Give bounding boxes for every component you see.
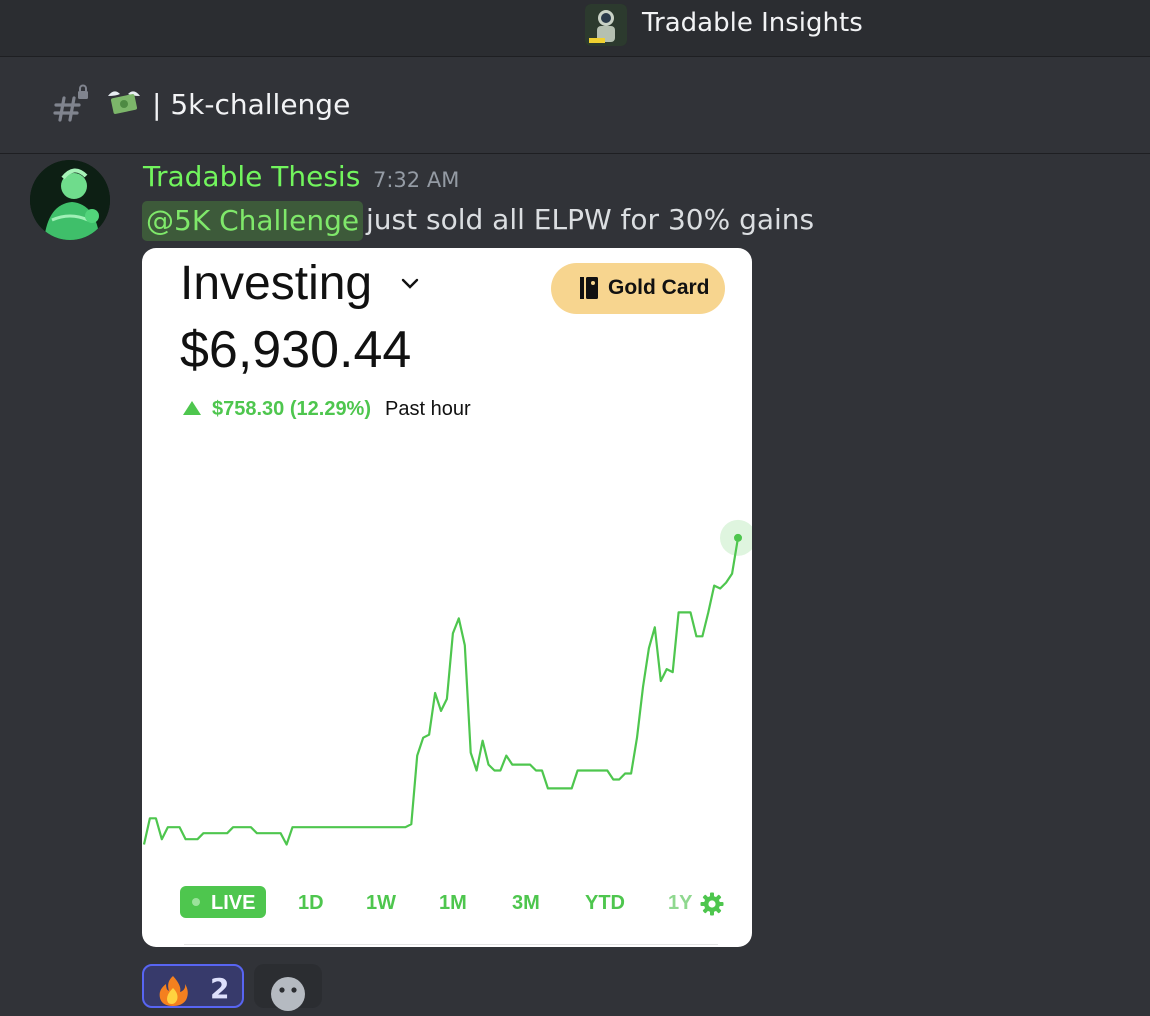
gear-icon [700,892,724,920]
chevron-down-icon [400,276,420,295]
range-1d: 1D [298,892,324,914]
range-1y: 1Y [668,892,693,914]
message-text: just sold all ELPW for 30% gains [366,203,815,236]
user-mention[interactable]: @5K Challenge [142,201,364,241]
gold-card-button: Gold Card [551,263,725,314]
channel-title: | 5k-challenge [152,88,350,121]
embedded-image[interactable]: Investing Gold Card $6,930.44 $758.30 (1… [142,248,752,947]
message-author[interactable]: Tradable Thesis [143,160,360,193]
server-name[interactable]: Tradable Insights [642,8,863,38]
up-triangle-icon [182,400,202,420]
avatar[interactable] [30,160,110,240]
change-value: $758.30 (12.29%) [212,398,372,420]
money-with-wings-icon [106,86,142,122]
range-3m: 3M [512,892,540,914]
portfolio-line-chart [142,519,752,846]
server-icon[interactable] [585,4,627,46]
fire-icon [156,974,190,1010]
fire-reaction[interactable]: 2 [142,964,244,1008]
range-live: LIVE [180,886,266,918]
portfolio-balance: $6,930.44 [180,321,412,379]
account-title: Investing [180,257,373,310]
embed-divider [184,944,718,945]
range-ytd: YTD [585,892,625,914]
reaction-count: 2 [210,972,230,1005]
locked-hash-icon [52,84,92,128]
card-icon [579,276,599,304]
range-1w: 1W [366,892,396,914]
change-period: Past hour [385,398,471,420]
server-header: Tradable Insights [0,0,1150,57]
live-dot-icon [192,898,200,906]
add-reaction-button[interactable] [254,964,322,1011]
range-live-label: LIVE [211,892,256,914]
range-1m: 1M [439,892,467,914]
series-line [142,537,740,846]
channel-separator: | [152,88,162,121]
range-selector: LIVE 1D 1W 1M 3M YTD 1Y [180,886,730,920]
message-timestamp: 7:32 AM [373,168,460,192]
add-reaction-icon [270,976,306,1016]
gold-card-label: Gold Card [608,276,710,299]
endpoint-dot [734,533,742,542]
channel-name: 5k-challenge [170,88,351,121]
